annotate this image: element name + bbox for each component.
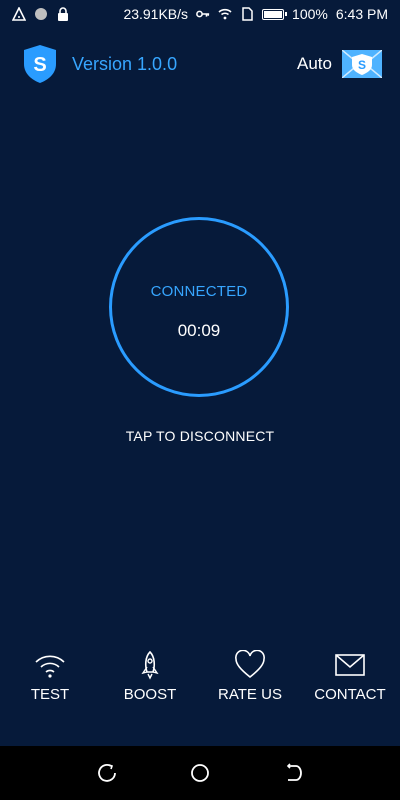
wifi-signal-icon: [218, 7, 232, 21]
back-icon[interactable]: [282, 762, 304, 784]
disconnect-hint[interactable]: TAP TO DISCONNECT: [0, 428, 400, 444]
vpn-key-icon: [196, 7, 210, 21]
shield-logo-icon: S: [24, 45, 56, 83]
circle-icon: [34, 7, 48, 21]
version-label: Version 1.0.0: [72, 53, 178, 74]
wifi-icon: [35, 655, 65, 678]
nav-contact[interactable]: CONTACT: [302, 650, 398, 703]
nav-test[interactable]: TEST: [2, 650, 98, 703]
battery-percent: 100%: [292, 6, 328, 22]
nav-contact-label: CONTACT: [314, 686, 386, 703]
battery-icon: [262, 8, 288, 20]
nav-rate-us-label: RATE US: [218, 686, 282, 703]
nav-boost-label: BOOST: [123, 686, 177, 703]
connection-button[interactable]: CONNECTED 00:09: [109, 217, 289, 397]
network-speed: 23.91KB/s: [123, 6, 189, 22]
server-flag-icon[interactable]: S: [342, 50, 382, 78]
battery-level-fill: [264, 10, 283, 18]
recent-apps-icon[interactable]: [96, 762, 118, 784]
brand: S Version 1.0.0: [22, 44, 177, 84]
status-bar: 23.91KB/s 100% 6:43 PM: [0, 0, 400, 28]
server-mode-label: Auto: [297, 54, 332, 73]
rocket-icon: [141, 650, 159, 680]
heart-icon: [235, 650, 265, 679]
lock-icon: [56, 7, 70, 21]
status-bar-left: [12, 7, 70, 21]
connection-status: CONNECTED: [150, 283, 248, 300]
system-nav-bar: [0, 746, 400, 800]
nav-rate-us[interactable]: RATE US: [202, 650, 298, 703]
nav-test-label: TEST: [30, 686, 70, 703]
home-icon[interactable]: [189, 762, 211, 784]
status-bar-right: 23.91KB/s 100% 6:43 PM: [123, 6, 388, 22]
sim-icon: [240, 7, 254, 21]
server-selector[interactable]: Auto S: [297, 50, 382, 78]
clock: 6:43 PM: [335, 6, 388, 22]
svg-text:S: S: [358, 58, 366, 72]
svg-text:S: S: [33, 54, 46, 76]
connection-timer: 00:09: [177, 321, 221, 340]
envelope-icon: [335, 654, 365, 676]
bottom-nav: TEST BOOST RATE US CONTACT: [0, 650, 400, 710]
nav-boost[interactable]: BOOST: [102, 650, 198, 703]
app-header: S Version 1.0.0 Auto S: [0, 40, 400, 88]
alert-triangle-icon: [12, 7, 26, 21]
